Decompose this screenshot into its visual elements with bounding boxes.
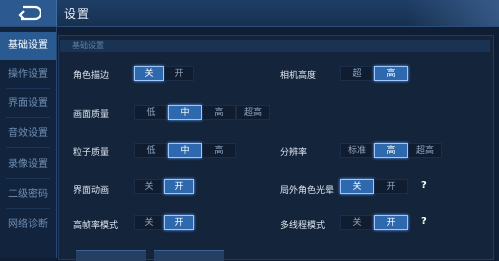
sidebar-item-interface-settings[interactable]: 界面设置 [0, 90, 56, 118]
sidebar-item-network-diagnosis[interactable]: 网络诊断 [0, 211, 56, 239]
graphics-option-medium[interactable]: 中 [168, 105, 202, 120]
graphics-quality-label: 画面质量 [73, 110, 110, 120]
resolution-option-high[interactable]: 高 [374, 143, 408, 158]
outer-glow-label: 局外角色光晕 [280, 186, 335, 196]
sidebar-divider [6, 88, 50, 89]
sidebar: 基础设置 操作设置 界面设置 音效设置 录像设置 二级密码 网络诊断 [0, 27, 57, 258]
sidebar-item-basic-settings[interactable]: 基础设置 [0, 32, 56, 60]
multithread-toggle: 关 开 [340, 215, 408, 230]
sidebar-divider [6, 117, 50, 118]
graphics-quality-selector: 低 中 高 超高 [134, 105, 270, 120]
camera-height-option-super[interactable]: 超 [340, 66, 374, 81]
resolution-option-standard[interactable]: 标准 [340, 143, 374, 158]
graphics-option-high[interactable]: 高 [202, 105, 236, 120]
outer-glow-toggle: 关 开 [340, 179, 408, 194]
particle-quality-label: 粒子质量 [73, 148, 110, 158]
outline-option-off[interactable]: 关 [134, 66, 164, 81]
sidebar-item-label: 界面设置 [8, 98, 48, 109]
particle-option-low[interactable]: 低 [134, 143, 168, 158]
sidebar-divider [6, 147, 50, 148]
bottom-button-2[interactable] [154, 250, 224, 261]
particle-option-high[interactable]: 高 [202, 143, 236, 158]
resolution-label: 分辨率 [280, 148, 308, 158]
outline-option-on[interactable]: 开 [164, 66, 194, 81]
high-fps-toggle: 关 开 [134, 215, 194, 230]
sidebar-item-recording-settings[interactable]: 录像设置 [0, 151, 56, 179]
particle-quality-selector: 低 中 高 [134, 143, 236, 158]
high-fps-option-off[interactable]: 关 [134, 215, 164, 230]
sidebar-item-control-settings[interactable]: 操作设置 [0, 61, 56, 89]
section-header: 基础设置 [60, 40, 490, 52]
camera-height-option-high[interactable]: 高 [374, 66, 408, 81]
bottom-button-1[interactable] [76, 250, 146, 261]
resolution-option-ultra[interactable]: 超高 [408, 143, 442, 158]
ui-animation-option-off[interactable]: 关 [134, 179, 164, 194]
sidebar-item-label: 基础设置 [8, 40, 48, 51]
camera-height-selector: 超 高 [340, 66, 408, 81]
back-arrow-icon [18, 5, 41, 21]
section-title: 基础设置 [72, 41, 104, 50]
multithread-label: 多线程模式 [280, 221, 326, 231]
sidebar-item-label: 二级密码 [8, 189, 48, 200]
ui-animation-toggle: 关 开 [134, 179, 194, 194]
page-title: 设置 [64, 7, 91, 21]
multithread-option-off[interactable]: 关 [340, 215, 374, 230]
top-bar: 设置 [0, 0, 499, 27]
sidebar-item-label: 音效设置 [8, 128, 48, 139]
ui-animation-option-on[interactable]: 开 [164, 179, 194, 194]
graphics-option-ultra[interactable]: 超高 [236, 105, 270, 120]
sidebar-item-secondary-password[interactable]: 二级密码 [0, 181, 56, 209]
graphics-option-low[interactable]: 低 [134, 105, 168, 120]
outer-glow-option-on[interactable]: 开 [374, 179, 408, 194]
sidebar-divider [6, 178, 50, 179]
ui-animation-label: 界面动画 [73, 186, 110, 196]
outline-label: 角色描边 [73, 71, 110, 81]
multithread-option-on[interactable]: 开 [374, 215, 408, 230]
high-fps-option-on[interactable]: 开 [164, 215, 194, 230]
back-button[interactable] [0, 0, 57, 26]
particle-option-medium[interactable]: 中 [168, 143, 202, 158]
resolution-selector: 标准 高 超高 [340, 143, 442, 158]
sidebar-item-label: 网络诊断 [8, 219, 48, 230]
sidebar-item-label: 录像设置 [8, 159, 48, 170]
high-fps-label: 高帧率模式 [73, 221, 119, 231]
sidebar-item-label: 操作设置 [8, 69, 48, 80]
sidebar-item-sound-settings[interactable]: 音效设置 [0, 120, 56, 148]
outer-glow-help-icon[interactable]: ? [421, 180, 427, 191]
sidebar-divider [6, 208, 50, 209]
outline-toggle: 关 开 [134, 66, 194, 81]
camera-height-label: 相机高度 [280, 71, 317, 81]
outer-glow-option-off[interactable]: 关 [340, 179, 374, 194]
top-right-decoration [407, 0, 499, 26]
multithread-help-icon[interactable]: ? [421, 216, 427, 227]
